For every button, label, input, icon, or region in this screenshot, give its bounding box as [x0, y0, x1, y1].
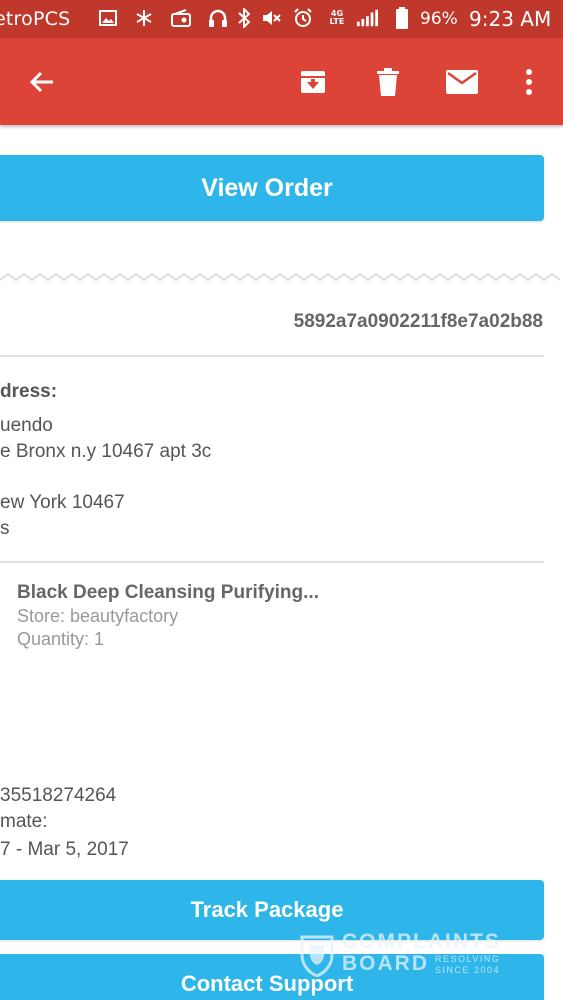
complaints-board-watermark: COMPLAINTS BOARD RESOLVING SINCE 2004 [300, 930, 530, 990]
vibrate-off-icon [260, 7, 282, 29]
watermark-line2: BOARD [342, 952, 429, 975]
alarm-icon [292, 7, 314, 29]
watermark-tagline2: SINCE 2004 [435, 965, 501, 975]
product-store: Store: beautyfactory [17, 606, 179, 626]
estimate-range: 7 - Mar 5, 2017 [0, 839, 129, 860]
email-body: View Order 5892a7a0902211f8e7a02b88 dres… [0, 125, 563, 1000]
network-label: 4G LTE [329, 9, 345, 26]
address-line-city: ew York 10467 [0, 492, 125, 513]
view-order-button[interactable]: View Order [0, 155, 544, 221]
shield-icon [300, 935, 334, 977]
signal-icon [356, 7, 378, 29]
lte-icon: 4G LTE [326, 7, 348, 29]
divider [0, 355, 544, 357]
archive-button[interactable] [291, 60, 335, 104]
address-line-country: s [0, 518, 10, 539]
image-icon [97, 7, 119, 29]
address-line-street: e Bronx n.y 10467 apt 3c [0, 441, 212, 462]
battery-icon [391, 7, 413, 29]
address-heading: dress: [0, 381, 58, 402]
bluetooth-icon [233, 7, 255, 29]
battery-percent: 96% [420, 9, 458, 29]
product-quantity: Quantity: 1 [17, 629, 105, 649]
order-id: 5892a7a0902211f8e7a02b88 [293, 311, 543, 332]
address-line-name: uendo [0, 415, 53, 436]
mark-unread-button[interactable] [440, 60, 484, 104]
mark-unread-icon [446, 70, 478, 94]
status-bar: etroPCS 4G LTE 96% 9:23 AM [0, 0, 563, 38]
more-vert-icon [526, 69, 532, 95]
divider [0, 561, 544, 563]
back-button[interactable] [20, 60, 64, 104]
delete-icon [377, 68, 399, 96]
carrier-name: etroPCS [0, 8, 71, 30]
product-name[interactable]: Black Deep Cleansing Purifying... [17, 582, 319, 604]
arrow-back-icon [29, 71, 53, 93]
tracking-number: 35518274264 [0, 785, 117, 806]
torn-edge-divider [0, 272, 561, 282]
headset-icon [207, 7, 229, 29]
delete-button[interactable] [366, 60, 410, 104]
watermark-line1: COMPLAINTS [342, 930, 501, 953]
archive-icon [301, 71, 325, 93]
app-toolbar [0, 38, 563, 125]
radio-icon [170, 7, 192, 29]
estimate-label: mate: [0, 811, 48, 832]
more-options-button[interactable] [507, 60, 551, 104]
watermark-tagline1: RESOLVING [435, 954, 501, 964]
asterisk-icon [133, 7, 155, 29]
clock: 9:23 AM [469, 7, 552, 31]
